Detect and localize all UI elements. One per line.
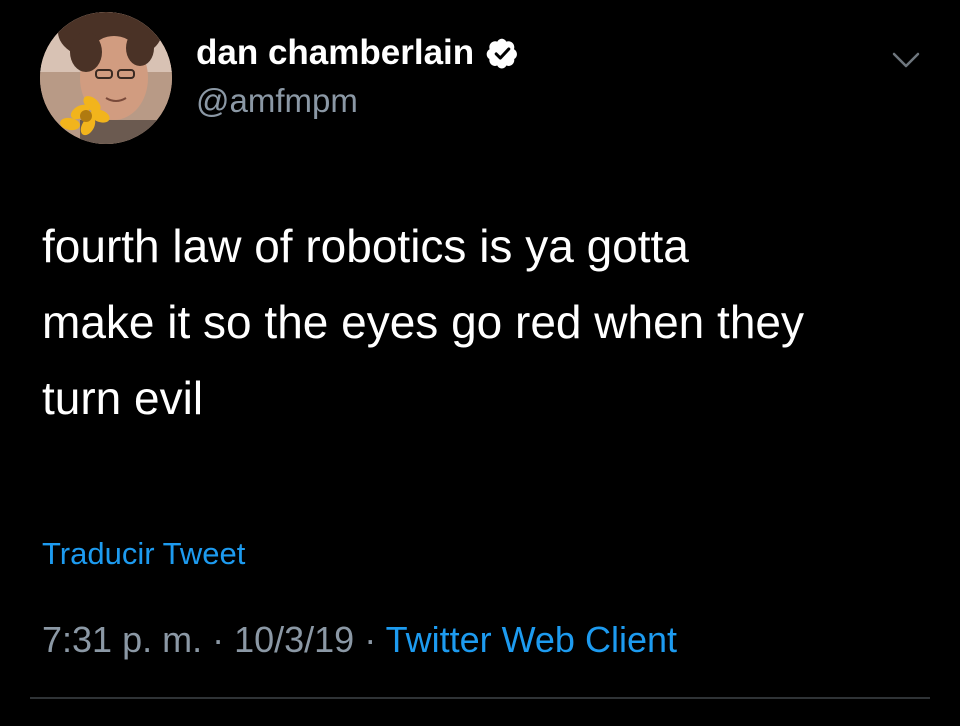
tweet-text: fourth law of robotics is ya gotta make … bbox=[42, 220, 804, 424]
tweet-card: dan chamberlain @amfmpm fourth law of ro… bbox=[0, 0, 960, 726]
chevron-down-icon[interactable] bbox=[888, 46, 924, 74]
tweet-date[interactable]: 10/3/19 bbox=[234, 619, 354, 660]
verified-badge-icon bbox=[486, 38, 518, 69]
user-name-row[interactable]: dan chamberlain bbox=[196, 30, 519, 76]
tweet-client[interactable]: Twitter Web Client bbox=[386, 619, 677, 660]
tweet-meta: 7:31 p. m. · 10/3/19 · Twitter Web Clien… bbox=[42, 619, 677, 661]
user-handle[interactable]: @amfmpm bbox=[196, 82, 358, 120]
avatar-photo bbox=[40, 12, 172, 144]
tweet-time[interactable]: 7:31 p. m. bbox=[42, 619, 202, 660]
meta-separator: · bbox=[354, 619, 386, 660]
display-name[interactable]: dan chamberlain bbox=[196, 33, 474, 73]
meta-separator: · bbox=[202, 619, 235, 660]
divider bbox=[30, 697, 930, 699]
avatar[interactable] bbox=[40, 12, 172, 144]
translate-tweet-link[interactable]: Traducir Tweet bbox=[42, 536, 245, 572]
